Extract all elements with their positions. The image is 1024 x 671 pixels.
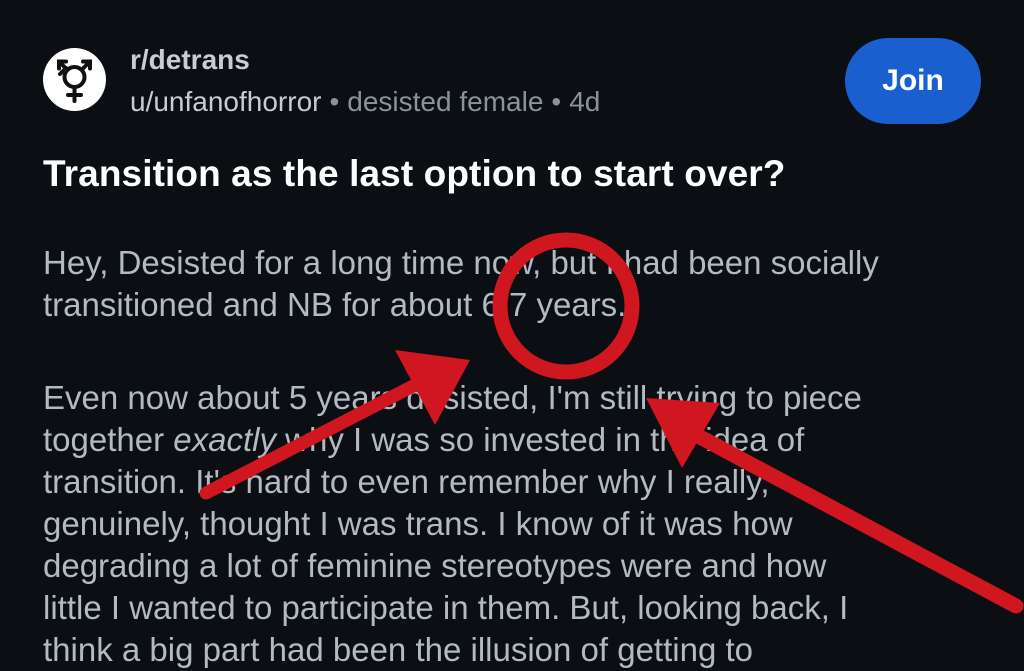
user-flair: desisted female <box>347 86 544 117</box>
post-meta: u/unfanofhorror • desisted female • 4d <box>130 86 600 118</box>
body-line: transition. It's hard to even remember w… <box>43 463 770 500</box>
body-line: think a big part had been the illusion o… <box>43 631 753 668</box>
body-line: little I wanted to participate in them. … <box>43 589 849 626</box>
body-line: together exactly why I was so invested i… <box>43 419 1003 461</box>
separator: • <box>551 86 562 117</box>
post-body-paragraph-2: Even now about 5 years desisted, I'm sti… <box>43 377 1003 671</box>
subreddit-name[interactable]: r/detrans <box>130 44 250 76</box>
body-line: degrading a lot of feminine stereotypes … <box>43 547 827 584</box>
gender-symbol-icon <box>57 59 92 103</box>
emphasis-text: exactly <box>173 421 276 458</box>
subreddit-avatar[interactable] <box>43 48 106 111</box>
body-text: why I was so invested in the idea of <box>275 421 805 458</box>
body-line: Hey, Desisted for a long time now, but I… <box>43 244 879 281</box>
author-username[interactable]: u/unfanofhorror <box>130 86 321 117</box>
post-title: Transition as the last option to start o… <box>43 153 786 194</box>
post-age: 4d <box>569 86 601 117</box>
separator: • <box>329 86 340 117</box>
body-line: Even now about 5 years desisted, I'm sti… <box>43 379 862 416</box>
body-line: transitioned and NB for about 6/7 years. <box>43 286 627 323</box>
join-button[interactable]: Join <box>845 38 981 124</box>
post-body-paragraph-1: Hey, Desisted for a long time now, but I… <box>43 242 1003 326</box>
body-line: genuinely, thought I was trans. I know o… <box>43 505 793 542</box>
body-text: together <box>43 421 174 458</box>
